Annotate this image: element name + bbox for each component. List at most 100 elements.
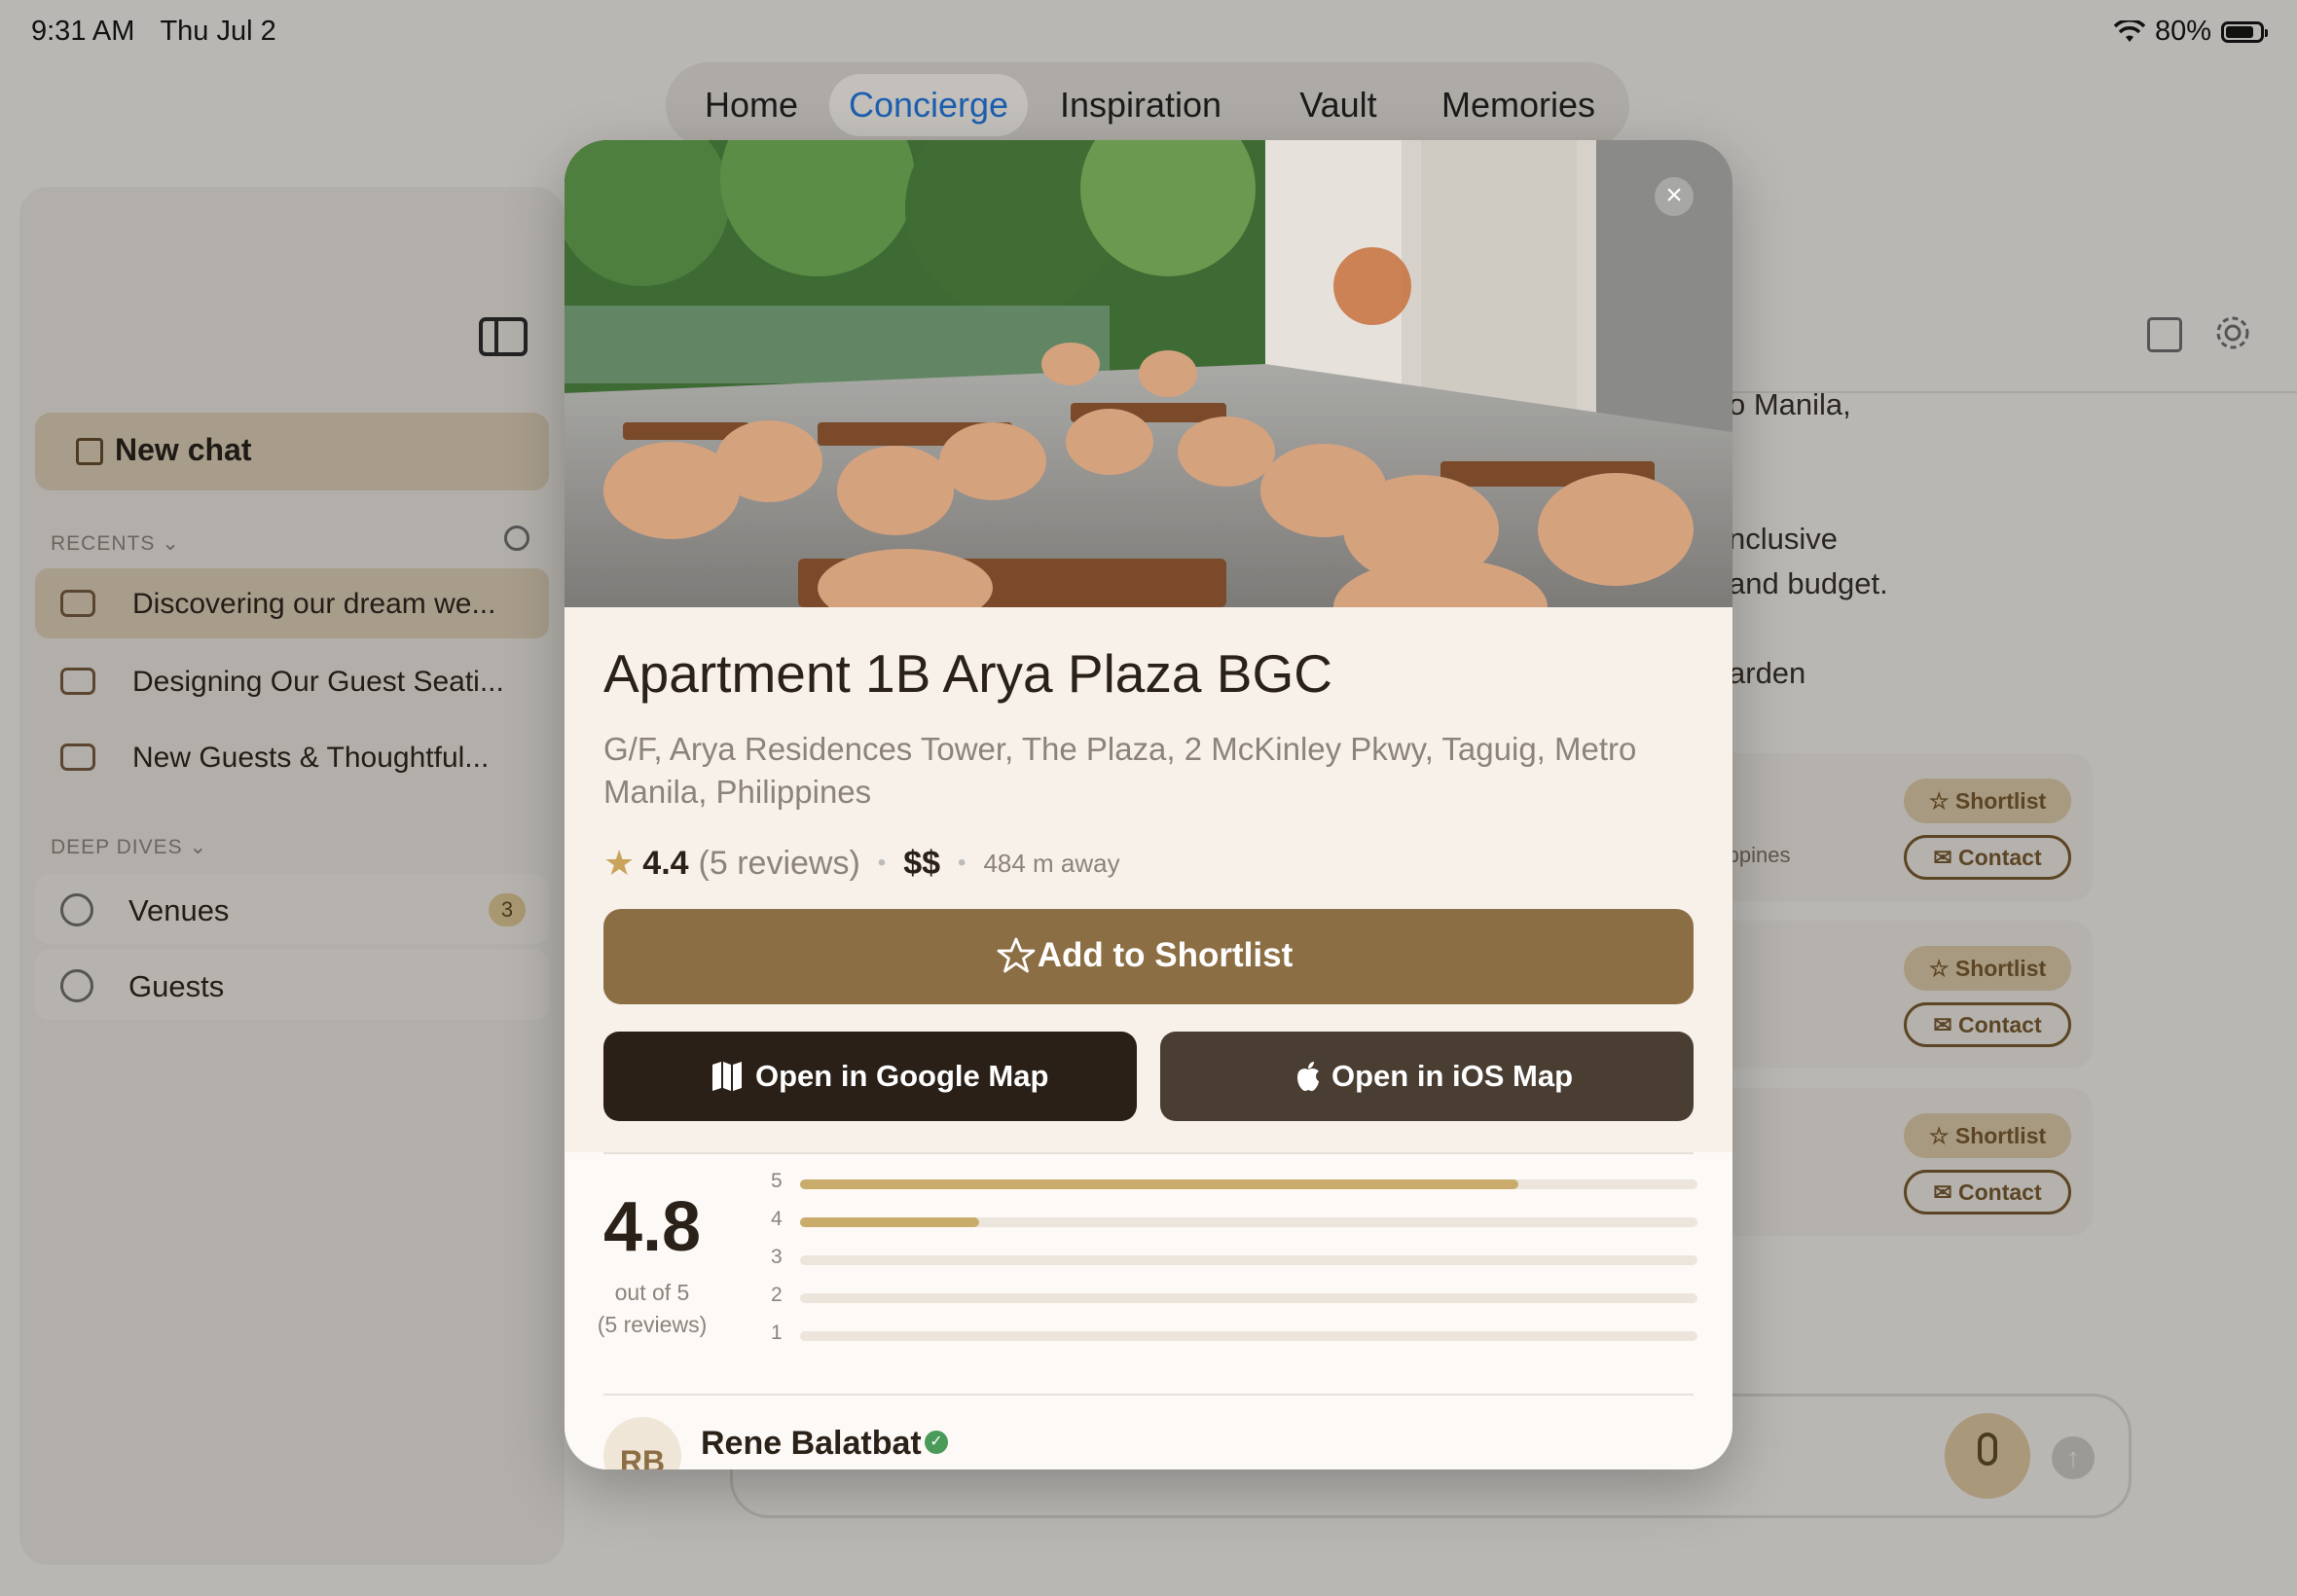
recents-header[interactable]: RECENTS ⌄ [51, 531, 180, 556]
recent-chat-item[interactable]: Discovering our dream we... [35, 568, 549, 638]
sidebar: New chat RECENTS ⌄ Discovering our dream… [19, 187, 565, 1565]
shortlist-button[interactable]: ☆ Shortlist [1904, 1113, 2071, 1158]
star-level-label: 3 [771, 1246, 783, 1268]
venue-card[interactable]: ☆ Shortlist ✉ Contact [1674, 1088, 2093, 1236]
reviews-section: 4.8 out of 5 (5 reviews) 5 4 3 2 1 RB Rene B… [565, 1152, 1732, 1469]
star-level-label: 2 [771, 1284, 783, 1306]
average-rating: 4.8 [602, 1188, 702, 1266]
gear-icon[interactable] [2213, 313, 2252, 352]
chat-text: arden [1729, 656, 1806, 690]
reviews-count-label: (5 reviews) [597, 1312, 708, 1337]
out-of-label: out of 5 [614, 1280, 690, 1305]
recent-chat-item[interactable]: New Guests & Thoughtful... [35, 722, 549, 792]
chevron-down-icon: ⌄ [189, 836, 208, 858]
separator: • [958, 850, 966, 876]
star-icon: ★ [603, 843, 636, 883]
rating-row: ★ 4.4 (5 reviews) • $$ • 484 m away [603, 839, 1120, 888]
chevron-down-icon: ⌄ [162, 532, 180, 555]
contact-label: Contact [1958, 845, 2042, 870]
open-google-map-label: Open in Google Map [755, 1059, 1049, 1093]
compose-icon [76, 438, 103, 465]
battery-icon [2221, 20, 2268, 43]
venue-photo [565, 140, 1732, 607]
deep-dive-label: Venues [128, 893, 230, 927]
review-count: (5 reviews) [698, 844, 860, 882]
tab-memories[interactable]: Memories [1431, 74, 1606, 136]
shortlist-button[interactable]: ☆ Shortlist [1904, 946, 2071, 991]
rating-bar-row: 1 [771, 1322, 1697, 1345]
close-button[interactable]: × [1655, 177, 1694, 216]
tab-inspiration[interactable]: Inspiration [1045, 74, 1236, 136]
wifi-icon [2113, 19, 2145, 42]
venue-photo-illustration [565, 140, 1732, 607]
new-chat-icon[interactable] [2147, 317, 2182, 352]
contact-button[interactable]: ✉ Contact [1904, 1170, 2071, 1215]
apple-icon [1297, 1062, 1319, 1091]
new-chat-button[interactable]: New chat [35, 413, 549, 490]
add-to-shortlist-label: Add to Shortlist [1037, 936, 1294, 974]
mail-icon: ✉ [1933, 845, 1952, 870]
avatar: RB [603, 1417, 681, 1469]
recent-chat-item[interactable]: Designing Our Guest Seati... [35, 646, 549, 716]
rating-value: 4.4 [642, 844, 689, 882]
divider [603, 1152, 1694, 1154]
rating-bar-track [800, 1255, 1697, 1265]
deep-dives-header[interactable]: DEEP DIVES ⌄ [51, 835, 207, 859]
contact-button[interactable]: ✉ Contact [1904, 835, 2071, 880]
chat-text: o Manila, [1729, 387, 1851, 421]
venue-detail-modal: × Apartment 1B Arya Plaza BGC G/F, Arya … [565, 140, 1732, 1469]
add-to-shortlist-button[interactable]: Add to Shortlist [603, 909, 1694, 1004]
recent-chat-title: Designing Our Guest Seati... [132, 666, 504, 698]
separator: • [877, 850, 887, 876]
star-icon: ☆ [1928, 1123, 1950, 1148]
venue-card[interactable]: ☆ Shortlist ✉ Contact [1674, 921, 2093, 1069]
open-ios-map-button[interactable]: Open in iOS Map [1160, 1032, 1694, 1121]
price-level: $$ [903, 844, 941, 882]
count-badge: 3 [489, 893, 526, 926]
rating-bar-row: 3 [771, 1246, 1697, 1269]
rating-bar-row: 4 [771, 1208, 1697, 1231]
star-icon: ☆ [1928, 956, 1950, 981]
circle-icon [60, 969, 93, 1002]
star-level-label: 1 [771, 1322, 783, 1344]
chat-bubble-icon [60, 590, 95, 617]
contact-label: Contact [1958, 1179, 2042, 1205]
rating-bar-row: 5 [771, 1170, 1697, 1193]
tab-home[interactable]: Home [693, 74, 810, 136]
deep-dives-label: DEEP DIVES [51, 836, 183, 858]
divider [603, 1394, 1694, 1396]
mail-icon: ✉ [1933, 1012, 1952, 1037]
map-icon [712, 1062, 742, 1091]
chat-bubble-icon [60, 744, 95, 771]
filter-icon[interactable] [504, 526, 529, 551]
rating-bar-track [800, 1331, 1697, 1341]
contact-button[interactable]: ✉ Contact [1904, 1002, 2071, 1047]
rating-bar-track [800, 1293, 1697, 1303]
tab-concierge[interactable]: Concierge [829, 74, 1028, 136]
chat-bubble-icon [60, 668, 95, 695]
status-time: 9:31 AM Thu Jul 2 [31, 16, 276, 48]
contact-label: Contact [1958, 1012, 2042, 1037]
shortlist-label: Shortlist [1954, 1123, 2047, 1148]
deep-dive-venues[interactable]: Venues 3 [35, 874, 549, 944]
circle-icon [60, 893, 93, 926]
deep-dive-guests[interactable]: Guests [35, 950, 549, 1020]
top-tab-bar: Home Concierge Inspiration Vault Memorie… [666, 62, 1629, 148]
send-button[interactable]: ↑ [2052, 1436, 2095, 1479]
status-bar: 9:31 AM Thu Jul 2 80% [0, 0, 2297, 60]
rating-bar-track [800, 1217, 1697, 1227]
chat-text: nclusive [1729, 522, 1838, 556]
status-right: 80% [2113, 16, 2268, 48]
recent-chat-title: Discovering our dream we... [132, 588, 496, 620]
chat-text: and budget. [1729, 566, 1888, 600]
venue-card[interactable]: ilippines ☆ Shortlist ✉ Contact [1674, 753, 2093, 901]
mail-icon: ✉ [1933, 1179, 1952, 1205]
new-chat-label: New chat [115, 432, 252, 467]
microphone-button[interactable] [1945, 1413, 2030, 1499]
shortlist-label: Shortlist [1954, 788, 2047, 814]
open-google-map-button[interactable]: Open in Google Map [603, 1032, 1137, 1121]
tab-vault[interactable]: Vault [1285, 74, 1392, 136]
shortlist-button[interactable]: ☆ Shortlist [1904, 779, 2071, 823]
rating-bar-track [800, 1179, 1697, 1189]
sidebar-toggle-icon[interactable] [479, 317, 528, 356]
